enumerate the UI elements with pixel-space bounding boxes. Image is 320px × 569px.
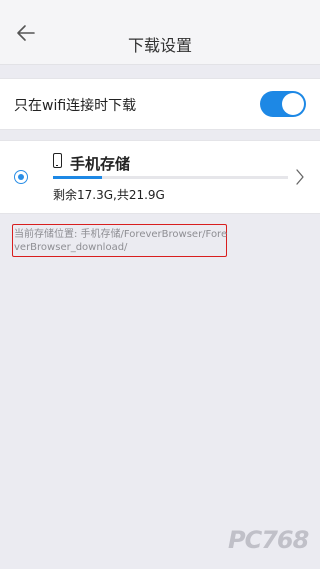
wifi-only-toggle[interactable] bbox=[260, 91, 306, 117]
download-settings-page: 下载设置 只在wifi连接时下载 手机存储 剩余17.3G,共21.9G 当前存… bbox=[0, 0, 320, 569]
wifi-only-setting-row: 只在wifi连接时下载 bbox=[0, 78, 320, 130]
storage-capacity-text: 剩余17.3G,共21.9G bbox=[53, 188, 165, 202]
phone-icon bbox=[53, 153, 62, 168]
storage-title: 手机存储 bbox=[70, 155, 131, 173]
storage-radio[interactable] bbox=[14, 170, 28, 184]
page-title: 下载设置 bbox=[127, 36, 192, 55]
watermark-text: PC768 bbox=[228, 526, 309, 554]
radio-selected-dot bbox=[18, 174, 24, 180]
chevron-right-icon bbox=[295, 169, 305, 185]
watermark-logo: PC768 bbox=[228, 526, 309, 560]
current-storage-path: 当前存储位置: 手机存储/ForeverBrowser/ForeverBrows… bbox=[14, 229, 228, 253]
app-header: 下载设置 bbox=[0, 0, 320, 65]
storage-usage-fill bbox=[53, 176, 103, 179]
storage-usage-bar bbox=[53, 176, 288, 179]
wifi-only-label: 只在wifi连接时下载 bbox=[14, 98, 137, 114]
toggle-knob bbox=[282, 93, 304, 115]
